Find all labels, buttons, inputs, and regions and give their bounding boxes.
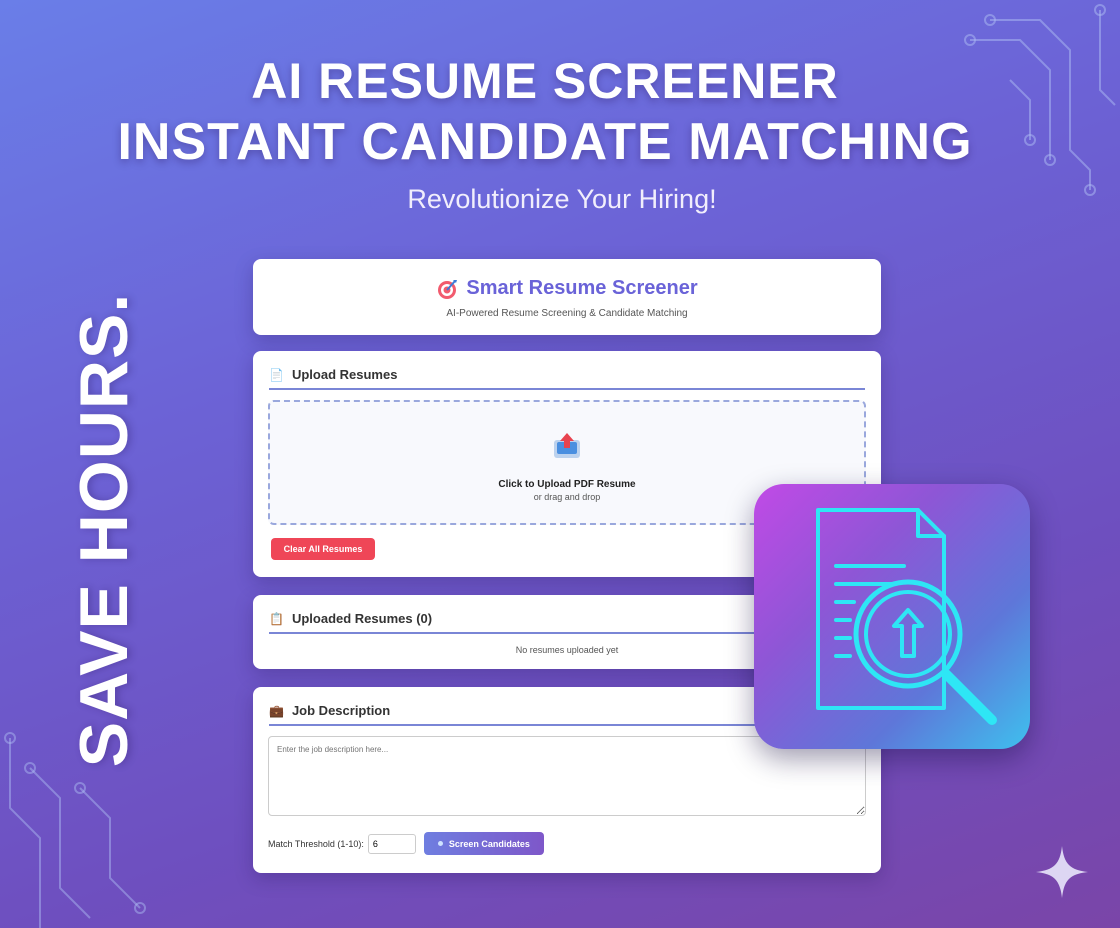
upload-section-header: 📄 Upload Resumes xyxy=(269,367,865,390)
uploaded-section-title: Uploaded Resumes (0) xyxy=(291,611,433,626)
screen-candidates-button[interactable]: Screen Candidates xyxy=(423,832,544,855)
upload-tray-icon xyxy=(554,433,580,458)
job-section-title: Job Description xyxy=(291,703,391,718)
document-search-upload-icon xyxy=(816,508,997,725)
document-search-badge xyxy=(754,484,1030,749)
threshold-input[interactable] xyxy=(367,833,416,854)
screen-candidates-label: Screen Candidates xyxy=(448,838,530,849)
clear-all-resumes-button[interactable]: Clear All Resumes xyxy=(271,538,375,560)
app-title: Smart Resume Screener xyxy=(466,277,698,299)
document-icon: 📄 xyxy=(269,367,284,382)
app-subtitle: AI-Powered Resume Screening & Candidate … xyxy=(446,308,688,319)
upload-section-title: Upload Resumes xyxy=(291,367,398,382)
hero-title-line1: AI RESUME SCREENER xyxy=(251,53,839,109)
threshold-label: Match Threshold (1-10): xyxy=(268,838,364,849)
target-icon xyxy=(438,279,458,299)
button-dot-icon xyxy=(437,841,443,846)
briefcase-icon: 💼 xyxy=(269,703,284,718)
threshold-row: Match Threshold (1-10): Screen Candidate… xyxy=(268,832,544,855)
clipboard-icon: 📋 xyxy=(269,611,284,626)
app-header-card: Smart Resume Screener AI-Powered Resume … xyxy=(253,259,881,335)
hero-title-line2: INSTANT CANDIDATE MATCHING xyxy=(117,113,973,171)
hero-tagline: Revolutionize Your Hiring! xyxy=(407,184,717,214)
side-slogan: SAVE HOURS. xyxy=(66,292,142,768)
sparkle-icon xyxy=(1036,846,1088,898)
